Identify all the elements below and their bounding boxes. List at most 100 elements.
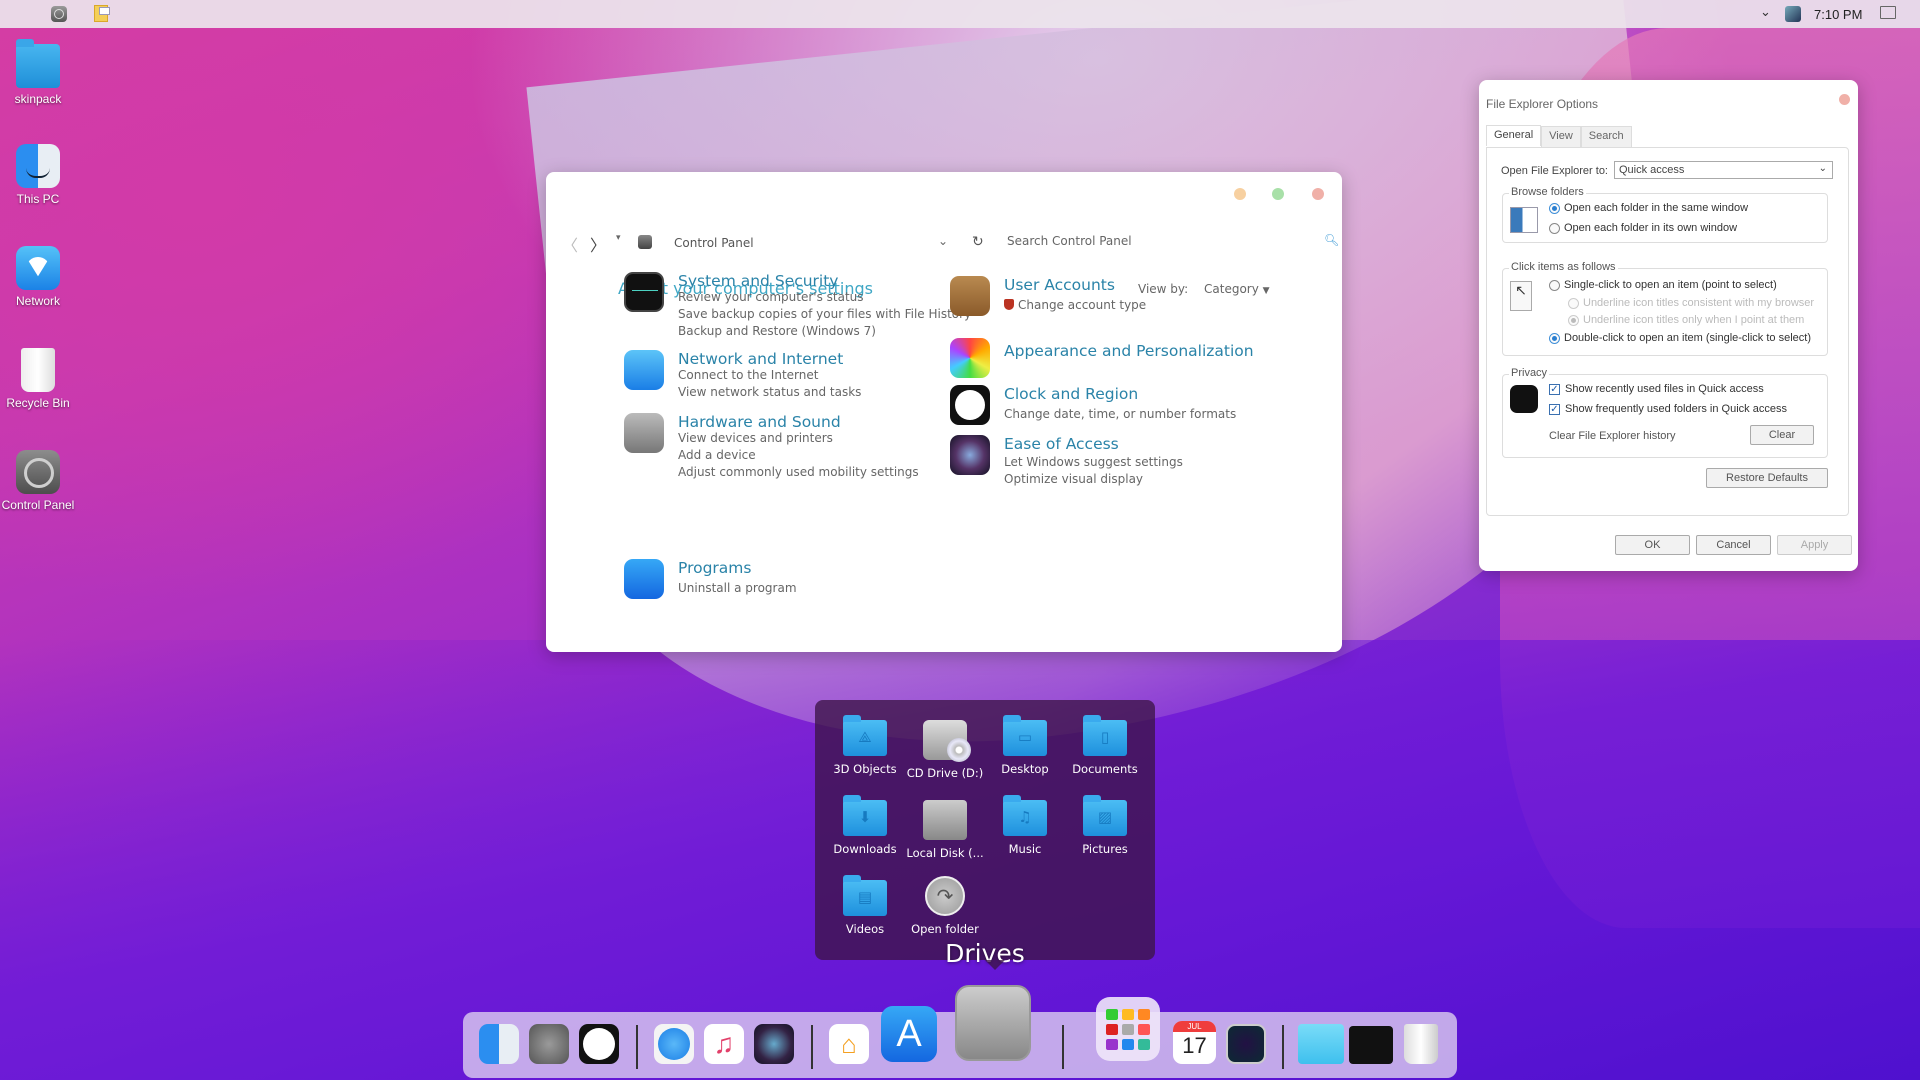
virtualbox-icon[interactable] <box>1785 6 1801 22</box>
desktop-icon-recycle-bin[interactable]: Recycle Bin <box>0 348 76 410</box>
radio-single-click[interactable]: Single-click to open an item (point to s… <box>1549 279 1777 291</box>
category-title[interactable]: Network and Internet <box>678 350 843 368</box>
category-link[interactable]: Let Windows suggest settings <box>1004 455 1183 469</box>
view-by-dropdown[interactable]: Category <box>1204 282 1259 296</box>
category-link[interactable]: Optimize visual display <box>1004 472 1143 486</box>
drive-item-documents[interactable]: ▯ Documents <box>1065 715 1145 776</box>
sticky-notes-icon[interactable] <box>94 5 110 22</box>
radio-button[interactable] <box>1568 297 1579 309</box>
desktop-icon-skinpack[interactable]: skinpack <box>0 39 76 106</box>
drive-item-cd-drive[interactable]: CD Drive (D:) <box>905 720 985 780</box>
home-icon[interactable]: ⌂ <box>829 1024 869 1064</box>
tab-view[interactable]: View <box>1541 126 1581 147</box>
radio-underline-point[interactable]: Underline icon titles only when I point … <box>1568 314 1804 326</box>
drive-item-music[interactable]: ♫ Music <box>985 795 1065 856</box>
app-store-icon[interactable]: A <box>881 1006 937 1062</box>
checkbox-recent-files[interactable]: ✓ Show recently used files in Quick acces… <box>1549 383 1764 395</box>
category-title[interactable]: Ease of Access <box>1004 435 1119 453</box>
category-link[interactable]: View devices and printers <box>678 431 833 445</box>
desktop-icon-control-panel[interactable]: Control Panel <box>0 450 76 512</box>
clear-history-label: Clear File Explorer history <box>1549 430 1676 442</box>
radio-button[interactable] <box>1549 279 1560 291</box>
calendar-icon[interactable]: JUL 17 <box>1173 1021 1216 1064</box>
category-title[interactable]: Clock and Region <box>1004 385 1138 403</box>
desktop-icon-network[interactable]: Network <box>0 246 76 308</box>
category-title[interactable]: Hardware and Sound <box>678 413 841 431</box>
address-text[interactable]: Control Panel <box>674 236 754 250</box>
category-title[interactable]: Programs <box>678 559 751 577</box>
address-dropdown-icon[interactable]: ⌄ <box>938 234 948 248</box>
maximize-button[interactable] <box>1272 188 1284 200</box>
drive-item-videos[interactable]: ▤ Videos <box>825 875 905 936</box>
radio-own-window[interactable]: Open each folder in its own window <box>1549 222 1737 234</box>
music-icon[interactable]: ♫ <box>704 1024 744 1064</box>
search-icon[interactable]: 🔍︎ <box>1324 233 1339 247</box>
category-link[interactable]: Change account type <box>1018 298 1146 312</box>
drive-item-desktop[interactable]: ▭ Desktop <box>985 715 1065 776</box>
safari-icon[interactable] <box>654 1024 694 1064</box>
clock[interactable]: 7:10 PM <box>1814 7 1862 22</box>
minimize-button[interactable] <box>1234 188 1246 200</box>
system-preferences-icon[interactable] <box>51 6 67 22</box>
checkbox[interactable]: ✓ <box>1549 383 1560 395</box>
trash-icon[interactable] <box>1404 1024 1438 1064</box>
clock-icon[interactable] <box>579 1024 619 1064</box>
checkbox[interactable]: ✓ <box>1549 403 1560 415</box>
forward-icon[interactable]: 〉 <box>590 232 606 256</box>
chevron-down-icon[interactable]: ⌄ <box>1760 4 1771 20</box>
drive-item-open-folder[interactable]: ↷ Open folder <box>905 876 985 936</box>
clear-button[interactable]: Clear <box>1750 425 1814 445</box>
open-to-select[interactable]: Quick access ⌄ <box>1614 161 1833 179</box>
desktop-icon-this-pc[interactable]: This PC <box>0 144 76 206</box>
category-link[interactable]: Connect to the Internet <box>678 368 818 382</box>
back-icon[interactable]: 〈 <box>562 232 578 256</box>
close-button[interactable] <box>1839 94 1850 105</box>
drive-item-3d-objects[interactable]: ⟁ 3D Objects <box>825 715 905 776</box>
drive-label: Downloads <box>833 842 897 856</box>
category-title[interactable]: System and Security <box>678 272 838 290</box>
radio-button[interactable] <box>1549 332 1560 344</box>
cancel-button[interactable]: Cancel <box>1696 535 1771 555</box>
radio-button[interactable] <box>1549 222 1560 234</box>
category-link[interactable]: View network status and tasks <box>678 385 861 399</box>
action-center-icon[interactable] <box>1880 6 1896 19</box>
siri-icon[interactable] <box>754 1024 794 1064</box>
apply-button[interactable]: Apply <box>1777 535 1852 555</box>
system-preferences-icon[interactable] <box>529 1024 569 1064</box>
drive-item-local-disk[interactable]: Local Disk (... <box>905 800 985 860</box>
multitasking-icon[interactable] <box>1349 1026 1393 1064</box>
folder-icon[interactable] <box>1298 1024 1344 1064</box>
tab-search[interactable]: Search <box>1580 126 1632 147</box>
tab-general[interactable]: General <box>1486 125 1542 146</box>
category-link[interactable]: Adjust commonly used mobility settings <box>678 465 919 479</box>
launchpad-icon[interactable] <box>1096 997 1160 1061</box>
category-link[interactable]: Review your computer's status <box>678 290 864 304</box>
radio-double-click[interactable]: Double-click to open an item (single-cli… <box>1549 332 1811 344</box>
hard-disk-icon <box>923 800 967 840</box>
clock-icon <box>1510 385 1538 413</box>
refresh-icon[interactable]: ↻ <box>972 234 984 250</box>
radio-underline-browser[interactable]: Underline icon titles consistent with my… <box>1568 297 1814 309</box>
recent-locations-icon[interactable]: ▾ <box>616 233 621 243</box>
category-link[interactable]: Backup and Restore (Windows 7) <box>678 324 876 338</box>
finder-icon[interactable] <box>479 1024 519 1064</box>
radio-button[interactable] <box>1568 314 1579 326</box>
restore-defaults-button[interactable]: Restore Defaults <box>1706 468 1828 488</box>
category-link[interactable]: Save backup copies of your files with Fi… <box>678 307 971 321</box>
radio-same-window[interactable]: Open each folder in the same window <box>1549 202 1748 214</box>
radio-button[interactable] <box>1549 202 1560 214</box>
category-title[interactable]: Appearance and Personalization <box>1004 342 1254 360</box>
ok-button[interactable]: OK <box>1615 535 1690 555</box>
drive-item-pictures[interactable]: ▨ Pictures <box>1065 795 1145 856</box>
category-link[interactable]: Uninstall a program <box>678 581 797 595</box>
drive-item-downloads[interactable]: ⬇ Downloads <box>825 795 905 856</box>
search-input[interactable]: Search Control Panel <box>1007 234 1132 248</box>
checkbox-frequent-folders[interactable]: ✓ Show frequently used folders in Quick a… <box>1549 403 1787 415</box>
category-link[interactable]: Add a device <box>678 448 756 462</box>
category-title[interactable]: User Accounts <box>1004 276 1115 294</box>
drives-stack-icon[interactable] <box>955 985 1031 1061</box>
time-machine-icon[interactable] <box>1226 1024 1266 1064</box>
close-button[interactable] <box>1312 188 1324 200</box>
category-link[interactable]: Change date, time, or number formats <box>1004 407 1236 421</box>
caret-down-icon[interactable]: ▼ <box>1263 286 1270 296</box>
